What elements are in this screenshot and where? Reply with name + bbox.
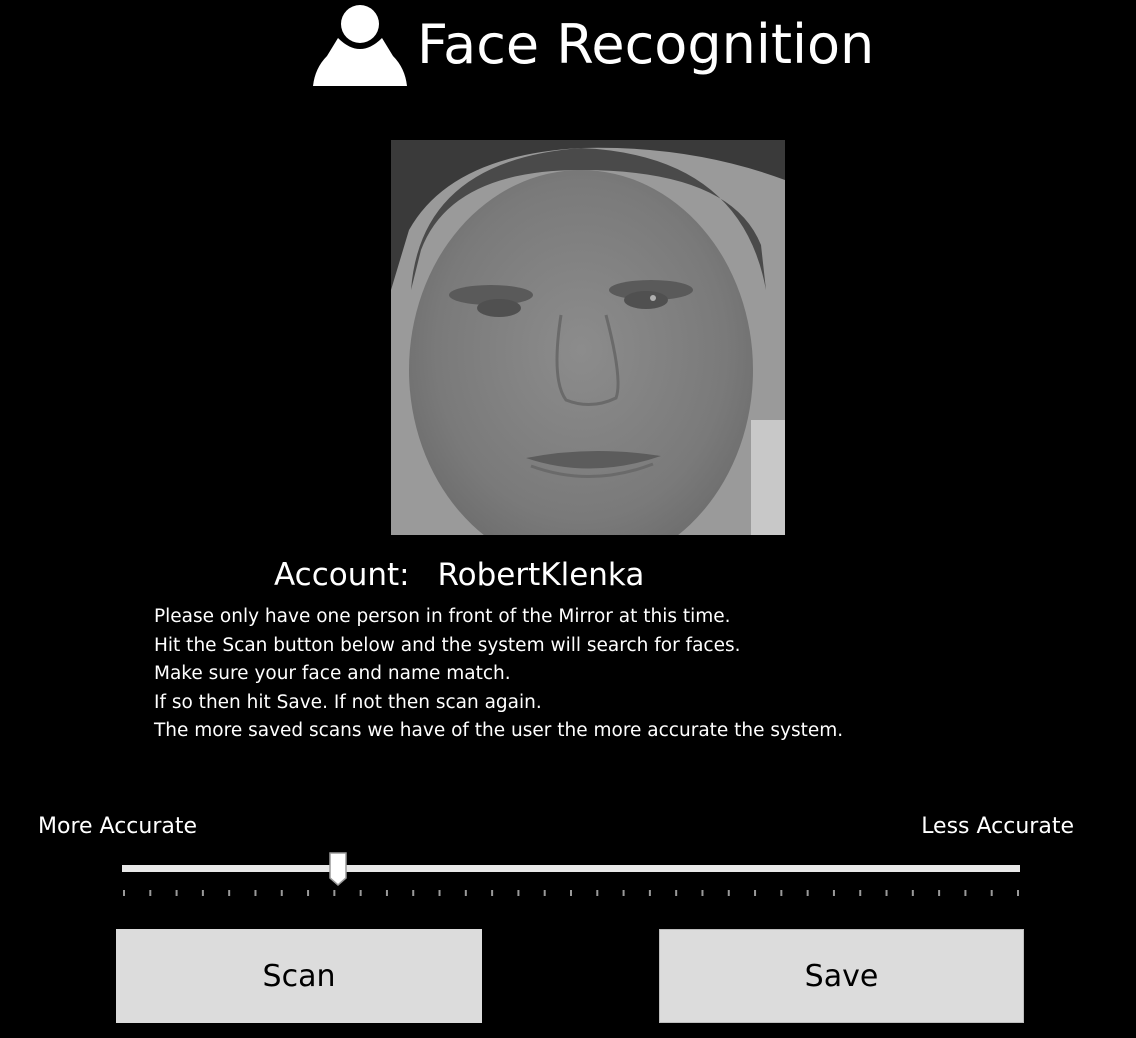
- slider-tick: [596, 890, 599, 896]
- slider-tick: [885, 890, 888, 896]
- save-button[interactable]: Save: [659, 929, 1024, 1023]
- slider-tick: [228, 890, 231, 896]
- slider-tick: [491, 890, 494, 896]
- slider-thumb[interactable]: [328, 852, 347, 886]
- slider-ticks: [123, 890, 1019, 896]
- slider-tick: [149, 890, 152, 896]
- face-photo: [391, 140, 785, 535]
- slider-tick: [754, 890, 757, 896]
- slider-tick: [727, 890, 730, 896]
- slider-tick: [201, 890, 204, 896]
- slider-tick: [859, 890, 862, 896]
- page-title: Face Recognition: [417, 13, 875, 76]
- slider-tick: [648, 890, 651, 896]
- slider-tick: [175, 890, 178, 896]
- slider-tick: [806, 890, 809, 896]
- slider-tick: [412, 890, 415, 896]
- slider-tick: [333, 890, 336, 896]
- slider-tick: [780, 890, 783, 896]
- slider-tick: [938, 890, 941, 896]
- slider-tick: [280, 890, 283, 896]
- instruction-line: The more saved scans we have of the user…: [154, 720, 844, 742]
- slider-tick: [543, 890, 546, 896]
- slider-tick: [990, 890, 993, 896]
- slider-tick: [385, 890, 388, 896]
- slider-tick: [675, 890, 678, 896]
- header: Face Recognition: [0, 0, 1136, 100]
- slider-track[interactable]: [122, 865, 1020, 872]
- slider-label-less-accurate: Less Accurate: [921, 814, 1074, 839]
- user-silhouette-icon: [313, 5, 407, 86]
- instruction-line: If so then hit Save. If not then scan ag…: [154, 691, 542, 713]
- slider-tick: [517, 890, 520, 896]
- slider-tick: [570, 890, 572, 896]
- slider-tick: [832, 890, 835, 896]
- slider-tick: [911, 890, 914, 896]
- instructions: Please only have one person in front of …: [154, 603, 843, 746]
- slider-tick: [254, 890, 257, 896]
- scan-button[interactable]: Scan: [116, 929, 482, 1023]
- account-label: Account:: [274, 557, 410, 593]
- slider-tick: [359, 890, 362, 896]
- account-line: Account: RobertKlenka: [274, 555, 644, 595]
- instruction-line: Please only have one person in front of …: [154, 606, 731, 627]
- slider-label-more-accurate: More Accurate: [38, 814, 198, 839]
- slider-tick: [123, 890, 125, 896]
- slider-tick: [464, 890, 467, 896]
- slider-tick: [622, 890, 625, 896]
- instruction-line: Hit the Scan button below and the system…: [154, 634, 741, 656]
- slider-tick: [1017, 890, 1019, 896]
- instruction-line: Make sure your face and name match.: [154, 663, 511, 685]
- slider-tick: [964, 890, 967, 896]
- slider-tick: [438, 890, 441, 896]
- slider-tick: [307, 890, 310, 896]
- accuracy-slider[interactable]: [122, 852, 1020, 902]
- account-name: RobertKlenka: [437, 557, 645, 593]
- slider-tick: [701, 890, 704, 896]
